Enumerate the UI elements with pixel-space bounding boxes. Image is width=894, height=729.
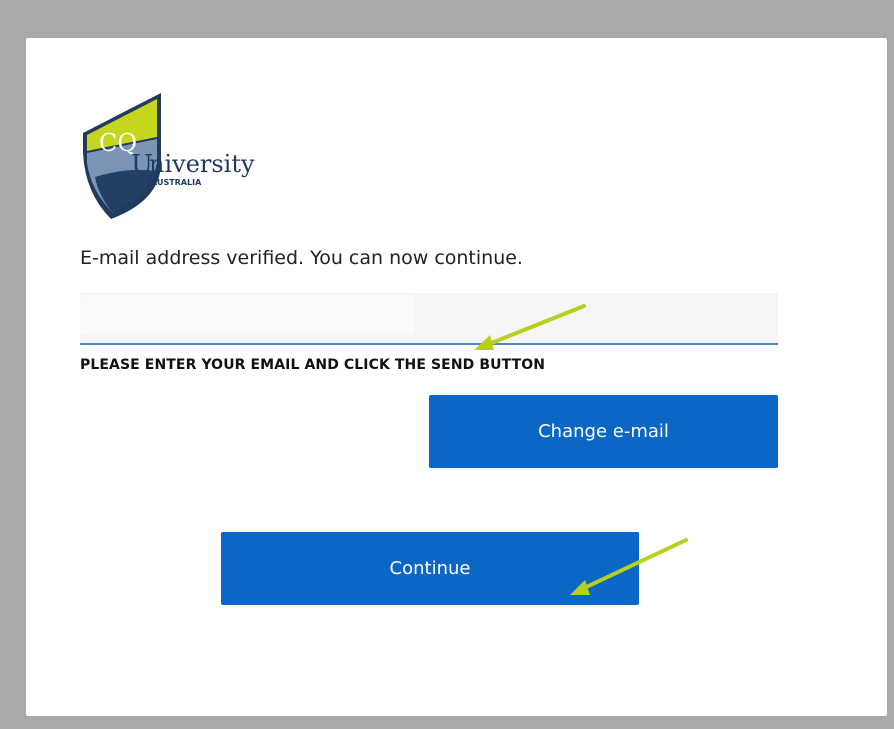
logo-wordmark: niversity <box>149 150 255 178</box>
change-email-button[interactable]: Change e-mail <box>429 395 778 468</box>
logo-subtitle: AUSTRALIA <box>151 178 202 187</box>
status-message: E-mail address verified. You can now con… <box>80 247 523 269</box>
continue-button[interactable]: Continue <box>221 532 639 605</box>
instruction-text: PLEASE ENTER YOUR EMAIL AND CLICK THE SE… <box>80 357 546 373</box>
university-logo: CQ U niversity AUSTRALIA <box>83 93 255 219</box>
email-field[interactable] <box>80 293 778 345</box>
email-input[interactable] <box>80 293 778 343</box>
